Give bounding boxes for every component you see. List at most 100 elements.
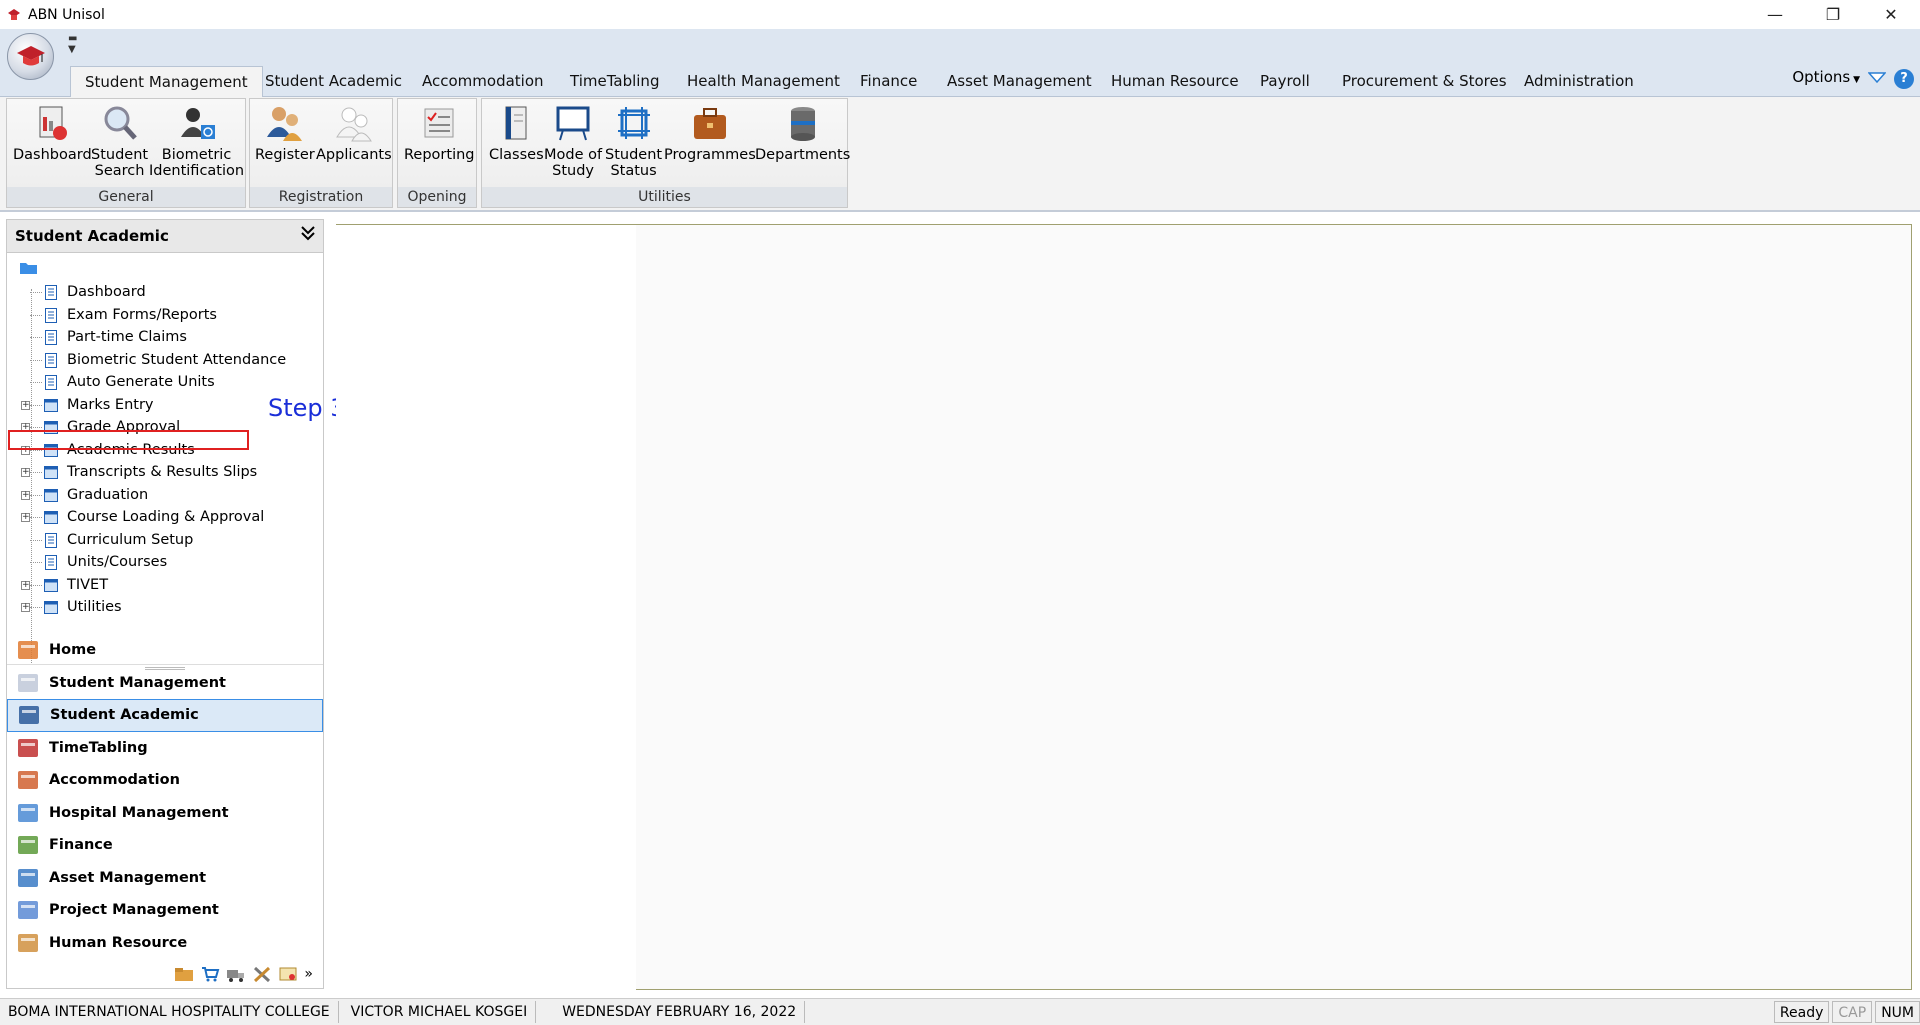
module-item[interactable]: Student Academic (7, 699, 323, 732)
restore-button[interactable]: ❐ (1804, 0, 1862, 29)
truck-icon[interactable] (226, 965, 246, 983)
tree-connector (30, 607, 42, 608)
folder-icon[interactable] (174, 965, 194, 983)
status-ready: Ready (1773, 1001, 1830, 1023)
finance-icon (18, 836, 38, 855)
tree-item[interactable]: Exam Forms/Reports (7, 304, 323, 327)
tab-accommodation[interactable]: Accommodation (408, 66, 558, 97)
tree-item[interactable]: + Utilities (7, 596, 323, 619)
application-menu-button[interactable] (7, 33, 54, 80)
tree-item-label: Exam Forms/Reports (67, 306, 217, 323)
ribbon-minimize-icon[interactable] (1867, 72, 1887, 88)
tools-icon[interactable] (252, 965, 272, 983)
module-item[interactable]: Student Management (7, 667, 323, 700)
quick-access-band (0, 29, 1920, 64)
options-menu[interactable]: Options ▼ (1792, 68, 1860, 86)
expand-icon[interactable]: + (21, 468, 30, 477)
mode-of-study-button[interactable]: Mode of Study (544, 103, 602, 179)
folder-window-icon (44, 578, 58, 592)
tree-item[interactable]: Auto Generate Units (7, 371, 323, 394)
ribbon-group-utilities: Classes Mode of Study Student Status Pro… (481, 98, 850, 208)
module-label: TimeTabling (49, 739, 148, 756)
project-icon (18, 901, 38, 920)
module-item[interactable]: Project Management (7, 894, 323, 927)
tab-procurement-stores[interactable]: Procurement & Stores (1328, 66, 1521, 97)
tree-item[interactable]: Part-time Claims (7, 326, 323, 349)
module-label: Student Management (49, 674, 226, 691)
tree-root-folder-icon[interactable] (19, 261, 323, 281)
tab-administration[interactable]: Administration (1510, 66, 1648, 97)
tree-item[interactable]: + Transcripts & Results Slips (7, 461, 323, 484)
expand-icon[interactable]: + (21, 513, 30, 522)
dashboard-button[interactable]: Dashboard (13, 103, 92, 163)
human-resource-icon (18, 933, 38, 952)
folder-window-icon (44, 601, 58, 614)
tree-connector (30, 472, 42, 473)
module-item[interactable]: Home (7, 634, 323, 667)
help-icon[interactable]: ? (1894, 69, 1914, 89)
module-item[interactable]: Accommodation (7, 764, 323, 797)
tree-item[interactable]: Curriculum Setup (7, 529, 323, 552)
ribbon-tabs: Student Management Student Academic Acco… (0, 64, 1920, 98)
student-status-button[interactable]: Student Status (605, 103, 662, 179)
tree-item[interactable]: Dashboard (7, 281, 323, 304)
applicants-button[interactable]: Applicants (316, 103, 392, 163)
tab-student-academic[interactable]: Student Academic (251, 66, 416, 97)
tab-health-management[interactable]: Health Management (673, 66, 854, 97)
close-button[interactable]: ✕ (1862, 0, 1920, 29)
tab-human-resource[interactable]: Human Resource (1097, 66, 1253, 97)
module-item[interactable]: Hospital Management (7, 797, 323, 830)
tree-connector (30, 314, 42, 316)
module-item[interactable]: Human Resource (7, 927, 323, 960)
tree-item-label: Transcripts & Results Slips (67, 464, 258, 481)
ribbon-panel: Dashboard Student Search Biometric Ident… (0, 97, 1920, 212)
module-item[interactable]: Asset Management (7, 862, 323, 895)
graduation-cap-icon (16, 45, 45, 65)
minimize-button[interactable]: — (1746, 0, 1804, 29)
ribbon-group-general: Dashboard Student Search Biometric Ident… (6, 98, 246, 208)
document-icon (45, 307, 57, 323)
module-item[interactable]: Finance (7, 829, 323, 862)
tree-item[interactable]: + Course Loading & Approval (7, 506, 323, 529)
step-annotation: Step 3 (268, 394, 346, 422)
tab-student-management[interactable]: Student Management (70, 66, 263, 98)
document-icon (45, 555, 57, 570)
tree-connector (30, 562, 42, 563)
module-item[interactable]: TimeTabling (7, 732, 323, 765)
tree-connector (30, 404, 42, 406)
cart-icon[interactable] (200, 965, 220, 983)
expand-icon[interactable]: + (21, 490, 30, 500)
tree-item[interactable]: Biometric Student Attendance (7, 349, 323, 372)
departments-button[interactable]: Departments (755, 103, 850, 163)
status-bar: BOMA INTERNATIONAL HOSPITALITY COLLEGE V… (0, 998, 1920, 1025)
content-left-blank (336, 225, 636, 991)
tab-timetabling[interactable]: TimeTabling (556, 66, 673, 97)
tree-connector (30, 584, 42, 586)
expand-icon[interactable]: + (21, 400, 30, 410)
tab-payroll[interactable]: Payroll (1246, 66, 1324, 97)
more-options-icon[interactable]: » (304, 966, 313, 982)
navigation-pane-header: Student Academic (7, 220, 323, 253)
tree-item[interactable]: + TIVET (7, 574, 323, 597)
module-list: Home Student Management Student Academic Ti… (7, 634, 323, 959)
student-search-button[interactable]: Student Search (91, 103, 148, 179)
tree-item-label: Graduation (67, 486, 149, 503)
folder-window-icon (44, 466, 58, 479)
expand-icon[interactable]: + (21, 580, 30, 590)
biometric-identification-button[interactable]: Biometric Identification (149, 103, 244, 179)
reporting-button[interactable]: Reporting (404, 103, 475, 163)
certificate-icon[interactable] (278, 965, 298, 983)
collapse-pane-icon[interactable] (299, 224, 317, 247)
register-button[interactable]: Register (255, 103, 315, 163)
student-management-icon (18, 673, 38, 692)
tree-item[interactable]: Units/Courses (7, 551, 323, 574)
module-label: Asset Management (49, 869, 207, 886)
tab-asset-management[interactable]: Asset Management (933, 66, 1106, 97)
tab-finance[interactable]: Finance (846, 66, 931, 97)
expand-icon[interactable]: + (21, 603, 30, 612)
tree-item[interactable]: + Graduation (7, 484, 323, 507)
programmes-button[interactable]: Programmes (664, 103, 756, 163)
tree-connector (30, 382, 42, 383)
classes-button[interactable]: Classes (489, 103, 544, 163)
quick-access-dropdown-icon[interactable]: ▬ ▼ (68, 33, 77, 55)
